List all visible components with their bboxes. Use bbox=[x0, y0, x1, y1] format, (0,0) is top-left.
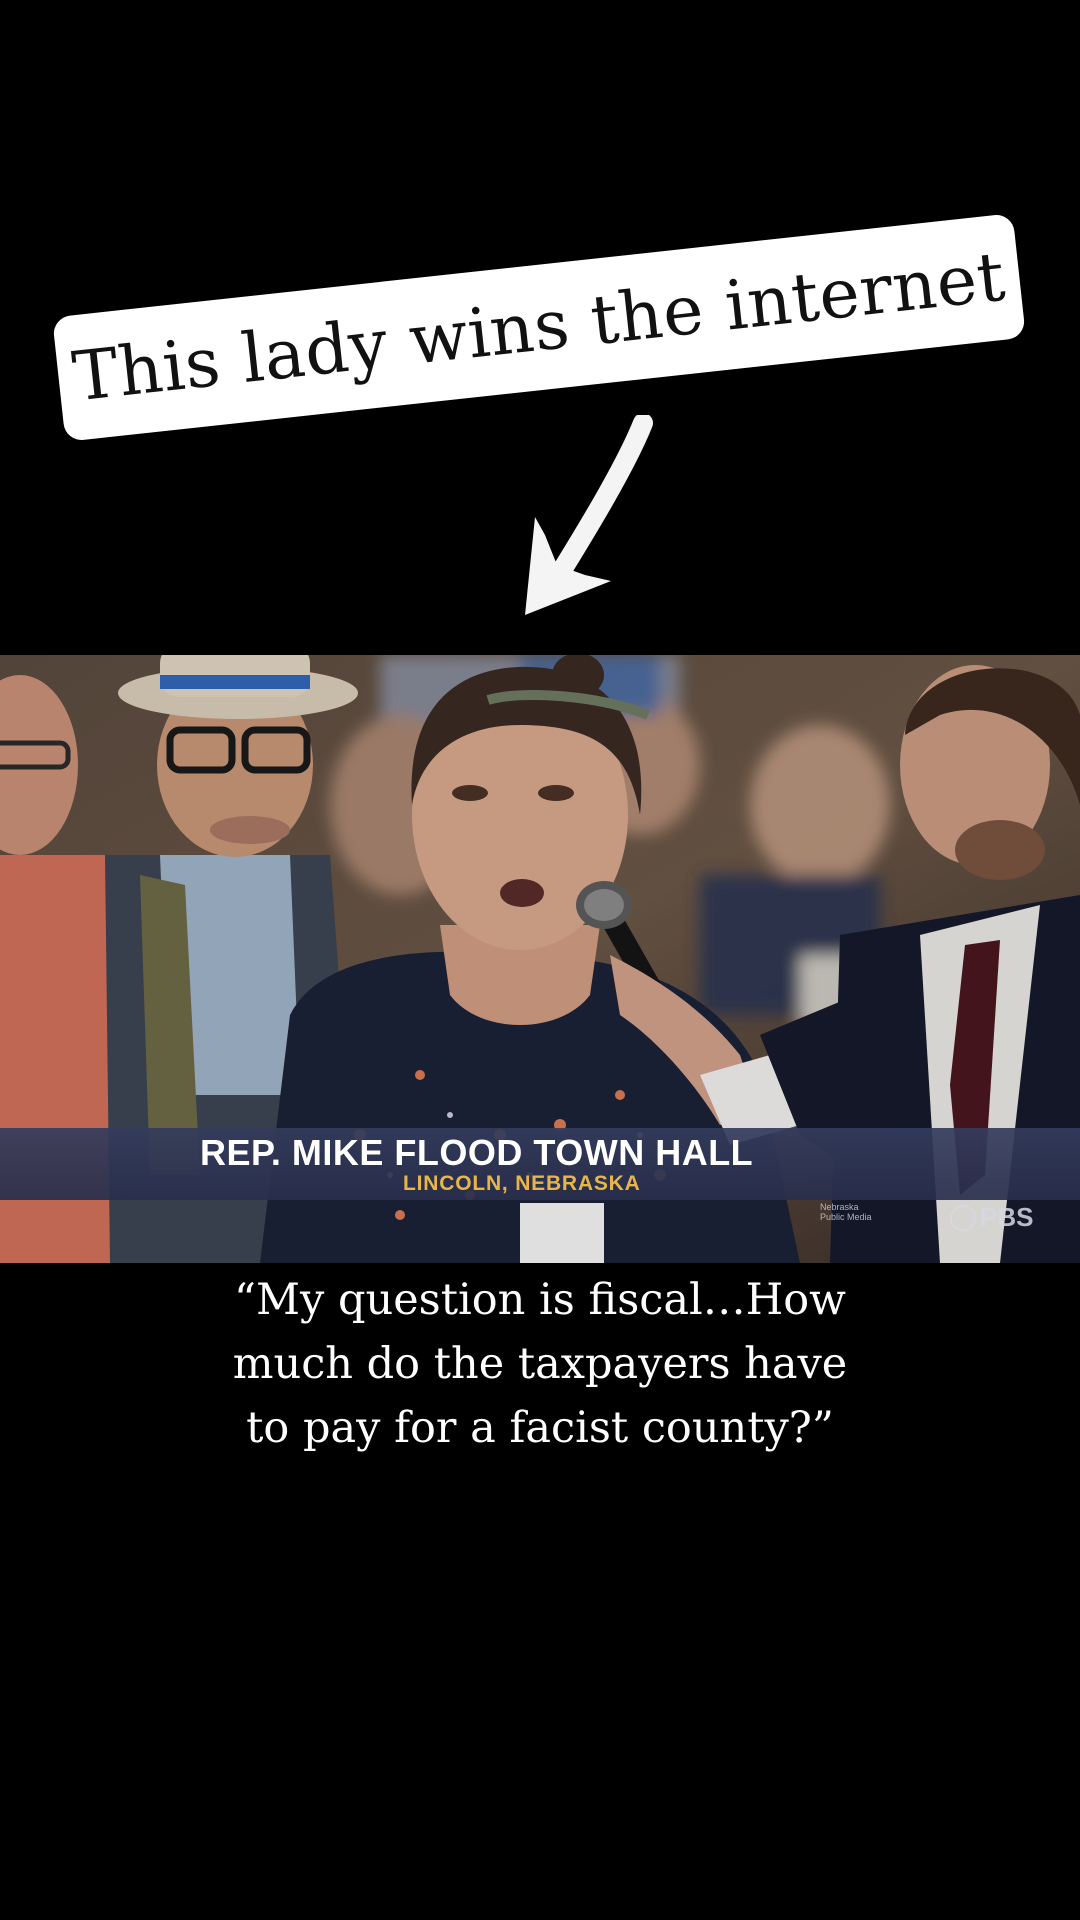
pbs-text: PBS bbox=[980, 1202, 1034, 1232]
pbs-logo-icon bbox=[950, 1204, 976, 1231]
arrow-down-left-icon bbox=[525, 415, 653, 615]
lower-third-subtitle: LINCOLN, NEBRASKA bbox=[403, 1172, 641, 1195]
headline-sticker: This lady wins the internet bbox=[52, 213, 1026, 442]
quote-line-3: to pay for a facist county?” bbox=[246, 1403, 834, 1453]
lower-third-title: REP. MIKE FLOOD TOWN HALL bbox=[200, 1132, 754, 1173]
network-line-1: Nebraska bbox=[820, 1202, 859, 1212]
pbs-bug: PBS bbox=[950, 1202, 1033, 1233]
quote-line-1: “My question is fiscal…How bbox=[234, 1275, 846, 1325]
quote-line-2: much do the taxpayers have bbox=[232, 1339, 848, 1389]
quote-caption: “My question is fiscal…How much do the t… bbox=[140, 1268, 940, 1460]
network-label: Nebraska Public Media bbox=[820, 1202, 872, 1222]
network-line-2: Public Media bbox=[820, 1212, 872, 1222]
reel-canvas: This lady wins the internet REP. MIKE FL… bbox=[0, 0, 1080, 1920]
headline-text: This lady wins the internet bbox=[68, 237, 1010, 418]
